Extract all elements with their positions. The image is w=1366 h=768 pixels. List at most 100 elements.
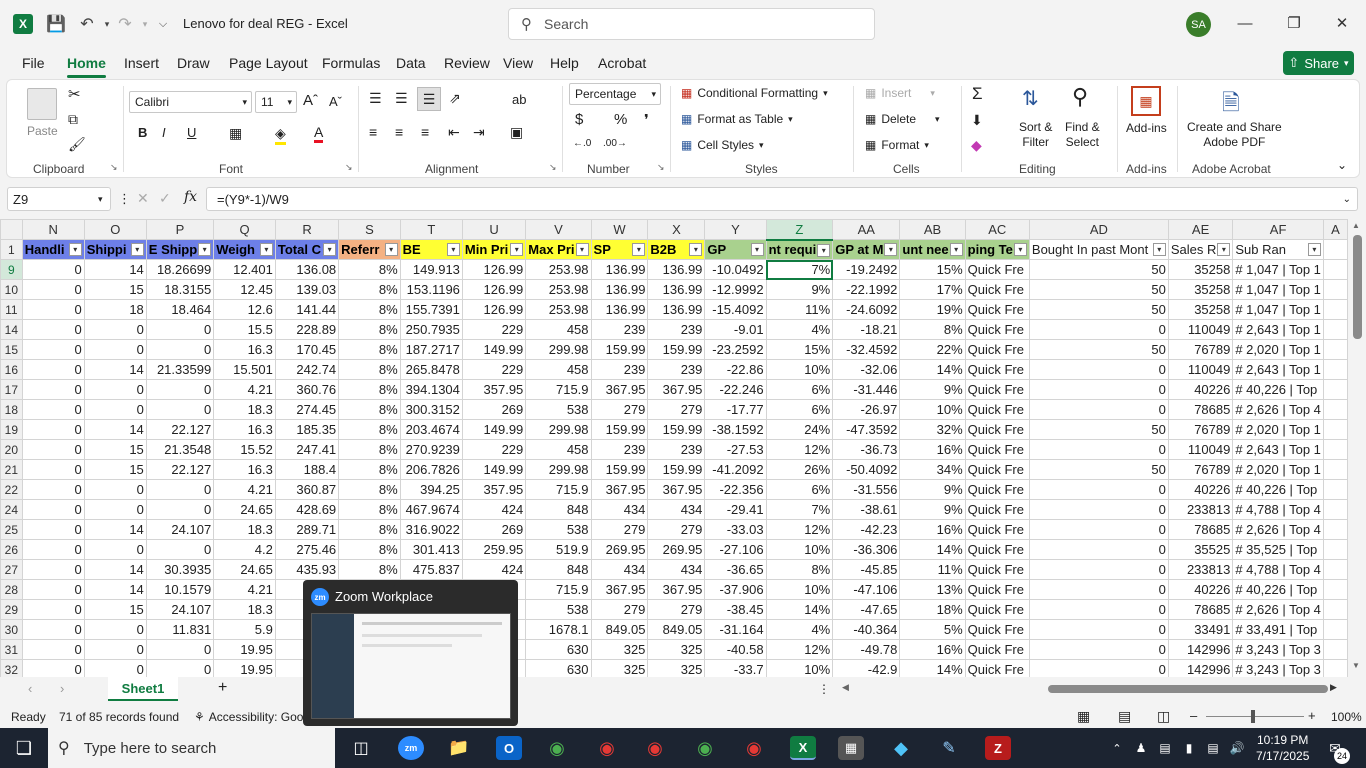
data-cell[interactable]: 4.21 <box>213 379 276 400</box>
dialog-launcher-icon[interactable]: ↘ <box>110 162 118 173</box>
row-header[interactable]: 24 <box>0 499 23 520</box>
data-cell[interactable]: 279 <box>647 519 706 540</box>
fill-color-icon[interactable]: ◈ <box>275 125 286 145</box>
underline-icon[interactable]: U <box>187 125 196 140</box>
header-cell[interactable]: Handli ▾ <box>21 239 85 260</box>
data-cell[interactable]: 110049 <box>1167 439 1234 460</box>
data-cell[interactable]: 0 <box>21 279 85 300</box>
data-cell[interactable]: Quick Fre <box>964 619 1030 640</box>
undo-icon[interactable]: ↶ <box>76 13 98 35</box>
data-cell[interactable]: 279 <box>647 399 706 420</box>
filter-dropdown-icon[interactable]: ▾ <box>198 243 212 256</box>
add-ins-icon[interactable]: ▦ <box>1131 86 1161 116</box>
data-cell[interactable]: 357.95 <box>461 479 527 500</box>
data-cell[interactable]: -36.306 <box>832 539 901 560</box>
tab-draw[interactable]: Draw <box>177 55 210 71</box>
add-ins-button[interactable]: Add-ins <box>1126 121 1167 135</box>
data-cell[interactable]: 0 <box>21 359 85 380</box>
data-cell[interactable]: 325 <box>590 659 649 677</box>
empty-cell[interactable] <box>1322 479 1348 500</box>
tab-file[interactable]: File <box>22 55 45 71</box>
data-cell[interactable]: 242.74 <box>274 359 340 380</box>
empty-cell[interactable] <box>1322 499 1348 520</box>
data-cell[interactable]: 155.7391 <box>399 299 463 320</box>
data-cell[interactable]: Quick Fre <box>964 379 1030 400</box>
volume-icon[interactable]: 🔊 <box>1224 736 1250 760</box>
data-cell[interactable]: 435.93 <box>274 559 340 580</box>
data-cell[interactable]: 360.87 <box>274 479 340 500</box>
row-header[interactable]: 16 <box>0 359 23 380</box>
row-header[interactable]: 20 <box>0 439 23 460</box>
filter-dropdown-icon[interactable]: ▾ <box>259 243 273 256</box>
tray-icon[interactable]: ▤ <box>1152 736 1178 760</box>
comma-style-icon[interactable]: ❜ <box>644 111 649 129</box>
row-header[interactable]: 27 <box>0 559 23 580</box>
data-cell[interactable]: 239 <box>647 319 706 340</box>
avatar[interactable]: SA <box>1186 12 1211 37</box>
data-cell[interactable]: 8% <box>338 499 401 520</box>
data-cell[interactable]: Quick Fre <box>964 639 1030 660</box>
data-cell[interactable]: 139.03 <box>274 279 340 300</box>
data-cell[interactable]: 239 <box>590 359 649 380</box>
row-header[interactable]: 25 <box>0 519 23 540</box>
data-cell[interactable]: 0 <box>83 659 147 677</box>
data-cell[interactable]: 458 <box>525 359 592 380</box>
data-cell[interactable]: 141.44 <box>274 299 340 320</box>
data-cell[interactable]: 9% <box>899 379 966 400</box>
data-cell[interactable]: 18.26699 <box>145 259 215 280</box>
data-cell[interactable]: -47.3592 <box>832 419 901 440</box>
data-cell[interactable]: 14 <box>83 419 147 440</box>
data-cell[interactable]: Quick Fre <box>964 499 1030 520</box>
empty-cell[interactable] <box>1322 539 1348 560</box>
decrease-font-icon[interactable]: Aˇ <box>329 94 342 109</box>
data-cell[interactable]: 1678.1 <box>525 619 592 640</box>
data-cell[interactable]: 0 <box>21 459 85 480</box>
column-header-p[interactable]: P <box>145 219 215 240</box>
data-cell[interactable]: 0 <box>1028 479 1169 500</box>
data-cell[interactable]: 0 <box>21 379 85 400</box>
data-cell[interactable]: 0 <box>1028 539 1169 560</box>
data-cell[interactable]: Quick Fre <box>964 299 1030 320</box>
data-cell[interactable]: 848 <box>525 499 592 520</box>
data-cell[interactable]: -27.53 <box>704 439 767 460</box>
data-cell[interactable]: 21.3548 <box>145 439 215 460</box>
data-cell[interactable]: 8% <box>899 319 966 340</box>
data-cell[interactable]: -45.85 <box>832 559 901 580</box>
data-cell[interactable]: 24% <box>765 419 834 440</box>
data-cell[interactable]: -18.21 <box>832 319 901 340</box>
data-cell[interactable]: 0 <box>21 579 85 600</box>
data-cell[interactable]: 367.95 <box>647 579 706 600</box>
decrease-decimal-icon[interactable]: .00→ <box>603 138 627 149</box>
data-cell[interactable]: # 40,226 | Top <box>1232 379 1324 400</box>
data-cell[interactable]: 19% <box>899 299 966 320</box>
data-cell[interactable]: 14 <box>83 579 147 600</box>
data-cell[interactable]: 4.2 <box>213 539 276 560</box>
data-cell[interactable]: 4% <box>765 319 834 340</box>
data-cell[interactable]: 0 <box>21 599 85 620</box>
delete-cells-button[interactable]: ▦ Delete ▾ <box>865 112 940 126</box>
data-cell[interactable]: 16.3 <box>213 459 276 480</box>
data-cell[interactable]: 0 <box>1028 379 1169 400</box>
column-header-u[interactable]: U <box>461 219 527 240</box>
chrome-icon[interactable]: ◉ <box>544 736 570 760</box>
data-cell[interactable]: 159.99 <box>590 419 649 440</box>
data-cell[interactable]: # 1,047 | Top 1 <box>1232 259 1324 280</box>
zoom-out-icon[interactable]: – <box>1190 708 1197 723</box>
data-cell[interactable]: 538 <box>525 519 592 540</box>
data-cell[interactable]: 18.3155 <box>145 279 215 300</box>
paste-button[interactable]: Paste <box>27 124 58 138</box>
network-icon[interactable]: ▤ <box>1200 736 1226 760</box>
data-cell[interactable]: 8% <box>338 339 401 360</box>
data-cell[interactable]: 24.65 <box>213 499 276 520</box>
data-cell[interactable]: 434 <box>590 559 649 580</box>
data-cell[interactable]: 0 <box>83 639 147 660</box>
data-cell[interactable]: 16.3 <box>213 419 276 440</box>
data-cell[interactable]: 0 <box>21 319 85 340</box>
empty-cell[interactable] <box>1322 239 1348 260</box>
merge-center-icon[interactable]: ▣ <box>510 124 523 141</box>
data-cell[interactable]: 149.913 <box>399 259 463 280</box>
data-cell[interactable]: 15 <box>83 459 147 480</box>
row-header[interactable]: 19 <box>0 419 23 440</box>
data-cell[interactable]: 78685 <box>1167 519 1234 540</box>
data-cell[interactable]: 8% <box>338 259 401 280</box>
